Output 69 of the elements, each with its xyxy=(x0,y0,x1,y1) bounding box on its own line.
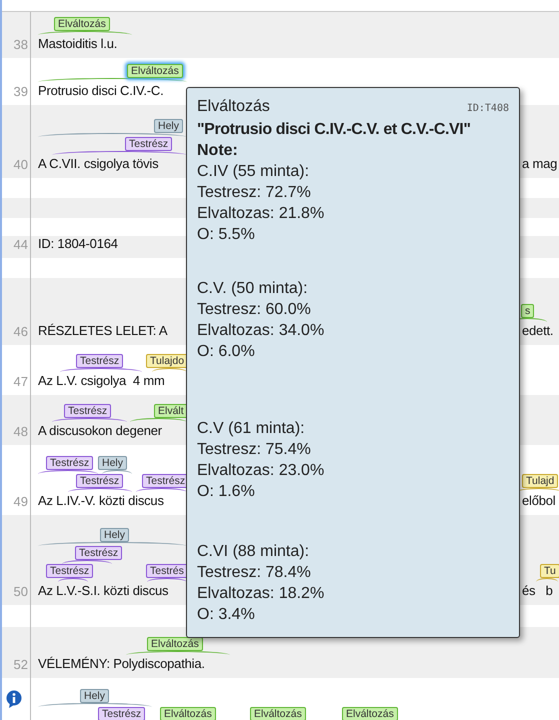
annotation-label[interactable]: Elváltozás xyxy=(342,707,398,720)
sentence-text: Protrusio disci C.IV.-C. xyxy=(38,82,164,100)
line-number: 46 xyxy=(12,324,28,339)
annotation-label[interactable]: Testrész xyxy=(98,707,146,720)
annotation-label[interactable]: Elváltozás xyxy=(127,64,183,78)
annotation-label[interactable]: Hely xyxy=(154,119,184,133)
info-icon[interactable] xyxy=(6,690,22,708)
annotation-label[interactable]: Hely xyxy=(80,689,110,703)
sentence-text: VÉLEMÉNY: Polydiscopathia. xyxy=(38,655,205,673)
line-number: 52 xyxy=(12,657,28,672)
annotation-label[interactable]: Testrész xyxy=(64,404,112,418)
annotation-label[interactable]: Testrés xyxy=(146,564,188,578)
line-number: 44 xyxy=(12,237,28,252)
sentence-text: és b xyxy=(522,582,553,600)
sentence-text: Az L.V.-S.I. közti discus xyxy=(38,582,168,600)
line-number: 40 xyxy=(12,157,28,172)
sentence-text: Az L.V. csigolya 4 mm xyxy=(38,372,165,390)
note-line: Elvaltozas: 23.0% xyxy=(197,461,326,481)
annotation-label[interactable]: Elváltozás xyxy=(250,707,306,720)
sentence-text: ID: 1804-0164 xyxy=(38,235,118,253)
annotation-label[interactable]: Testrész xyxy=(76,474,124,488)
annotation-label[interactable]: Hely xyxy=(98,456,128,470)
annotation-label[interactable]: Elváltozás xyxy=(147,637,203,651)
annotation-label[interactable]: Elvált xyxy=(154,404,188,418)
note-heading: C.V. (50 minta): xyxy=(197,279,309,299)
line-number: 50 xyxy=(12,584,28,599)
note-line: Testresz: 78.4% xyxy=(197,563,312,583)
annotation-label[interactable]: Elváltozás xyxy=(54,17,110,31)
annotation-label[interactable]: Hely xyxy=(100,528,130,542)
line-number: 47 xyxy=(12,374,28,389)
tooltip-quote: "Protrusio disci C.IV.-C.V. et C.V.-C.VI" xyxy=(197,120,472,140)
sentence-text: Az L.IV.-V. közti discus xyxy=(38,492,164,510)
note-line: Elvaltozas: 18.2% xyxy=(197,584,326,604)
annotation-label[interactable]: Testrész xyxy=(125,137,172,151)
note-line: Testresz: 60.0% xyxy=(197,300,312,320)
annotation-label[interactable]: Elváltozás xyxy=(160,707,216,720)
sentence-text: A C.VII. csigolya tövis xyxy=(38,155,158,173)
note-line: O: 6.0% xyxy=(197,342,256,362)
note-heading: C.V (61 minta): xyxy=(197,419,306,439)
note-line: O: 5.5% xyxy=(197,225,256,245)
annotation-label[interactable]: s xyxy=(521,304,534,318)
sentence-text: előbol xyxy=(522,492,556,510)
sentence-text: edett. xyxy=(522,322,554,340)
annotation-label[interactable]: Tu xyxy=(540,564,559,578)
annotation-label[interactable]: Testrész xyxy=(46,564,94,578)
sentence-text: a mag xyxy=(522,155,558,173)
line-number: 38 xyxy=(12,37,28,52)
note-heading: C.IV (55 minta): xyxy=(197,162,310,182)
line-number: 39 xyxy=(12,84,28,99)
sentence-text: RÉSZLETES LELET: A xyxy=(38,322,168,340)
annotation-label[interactable]: Testrész xyxy=(46,456,94,470)
annotation-label[interactable]: Testrész xyxy=(76,354,124,368)
note-line: O: 3.4% xyxy=(197,605,256,625)
note-heading: C.VI (88 minta): xyxy=(197,542,310,562)
annotation-label[interactable]: Tulajdo xyxy=(146,354,188,368)
sentence-text: A discusokon degener xyxy=(38,422,162,440)
note-line: Testresz: 72.7% xyxy=(197,183,312,203)
tooltip-type: Elváltozás xyxy=(197,97,270,117)
note-line: Elvaltozas: 34.0% xyxy=(197,321,326,341)
tooltip-id: ID:T408 xyxy=(466,102,509,116)
line-number: 48 xyxy=(12,424,28,439)
note-line: Testresz: 75.4% xyxy=(197,440,312,460)
sentence-text: Mastoiditis l.u. xyxy=(38,35,118,53)
note-line: O: 1.6% xyxy=(197,482,256,502)
note-label: Note: xyxy=(197,141,239,161)
annotation-label[interactable]: Tulajd xyxy=(522,474,558,488)
annotation-label[interactable]: Testrész xyxy=(75,546,122,560)
note-line: Elvaltozas: 21.8% xyxy=(197,204,326,224)
line-number: 49 xyxy=(12,494,28,509)
